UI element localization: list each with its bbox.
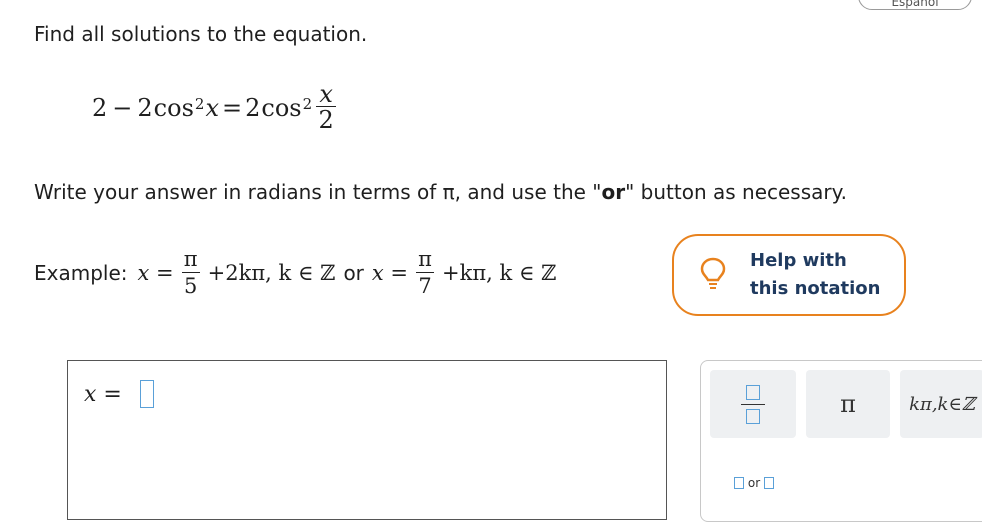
language-label: Español xyxy=(891,0,939,9)
k-pi-label: kπ,k∈ℤ xyxy=(909,393,975,415)
example-frac-2: π 7 xyxy=(416,246,435,299)
fraction-icon xyxy=(741,384,765,424)
eq-coef: 2 xyxy=(137,93,153,122)
example-frac1-num: π xyxy=(183,247,198,271)
example-frac1-den: 5 xyxy=(183,274,198,298)
answer-input[interactable] xyxy=(140,380,154,408)
example-line: Example: x = π 5 +2kπ, k ∈ ℤ or x = π 7 … xyxy=(34,246,556,299)
pi-button[interactable]: π xyxy=(806,370,890,438)
instructions-pre: Write your answer in radians in terms of… xyxy=(34,180,602,204)
question-prompt: Find all solutions to the equation. xyxy=(34,22,368,46)
example-lhs-1: x = xyxy=(137,260,174,285)
lightbulb-icon xyxy=(700,257,726,293)
instructions-post: " button as necessary. xyxy=(625,180,847,204)
equation: 2 − 2 cos 2 x = 2 cos 2 x 2 xyxy=(92,80,337,134)
eq-rhs-func: cos xyxy=(261,93,302,122)
instructions-or: or xyxy=(601,180,626,204)
example-frac2-den: 7 xyxy=(418,274,432,298)
example-tail-2: +kπ, k ∈ ℤ xyxy=(442,260,557,285)
eq-rhs-coef: 2 xyxy=(245,93,261,122)
k-pi-integer-button[interactable]: kπ,k∈ℤ xyxy=(900,370,982,438)
fraction-button[interactable] xyxy=(710,370,796,438)
eq-fraction: x 2 xyxy=(316,80,337,134)
or-button[interactable]: or xyxy=(722,468,786,498)
eq-equals: = xyxy=(221,93,243,122)
help-line-2: this notation xyxy=(750,278,881,299)
or-left-box-icon xyxy=(733,477,744,489)
example-or: or xyxy=(343,260,364,285)
language-toggle[interactable]: Español xyxy=(858,0,972,10)
eq-minus: − xyxy=(112,93,133,122)
answer-area[interactable] xyxy=(67,360,667,520)
or-label: or xyxy=(747,476,761,490)
example-frac2-num: π xyxy=(418,247,432,271)
eq-func: cos xyxy=(153,93,194,122)
eq-frac-num: x xyxy=(319,80,333,108)
eq-rhs-exponent: 2 xyxy=(302,94,313,113)
or-right-box-icon xyxy=(764,477,775,489)
pi-label: π xyxy=(840,390,856,418)
instructions: Write your answer in radians in terms of… xyxy=(34,180,847,204)
help-text: Help with this notation xyxy=(750,247,880,303)
example-lhs-2: x = xyxy=(371,260,409,285)
answer-label: x = xyxy=(84,382,122,407)
example-label: Example: xyxy=(34,260,128,285)
example-tail-1: +2kπ, k ∈ ℤ xyxy=(207,260,336,285)
example-frac-1: π 5 xyxy=(181,246,200,299)
eq-exponent: 2 xyxy=(194,94,205,113)
eq-frac-den: 2 xyxy=(318,106,334,134)
eq-constant: 2 xyxy=(92,93,108,122)
help-with-notation-button[interactable]: Help with this notation xyxy=(672,234,906,316)
help-line-1: Help with xyxy=(750,250,847,271)
eq-var: x xyxy=(205,93,219,122)
